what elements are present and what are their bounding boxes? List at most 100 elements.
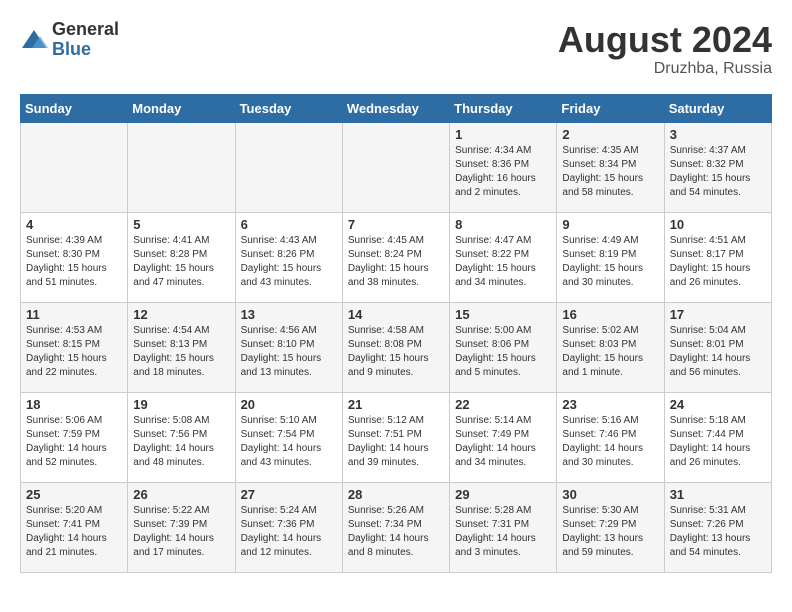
- day-number: 8: [455, 217, 551, 232]
- day-number: 14: [348, 307, 444, 322]
- day-info: Sunrise: 5:14 AM Sunset: 7:49 PM Dayligh…: [455, 414, 551, 470]
- logo-general: General: [52, 20, 119, 40]
- day-info: Sunrise: 4:58 AM Sunset: 8:08 PM Dayligh…: [348, 324, 444, 380]
- day-info: Sunrise: 5:10 AM Sunset: 7:54 PM Dayligh…: [241, 414, 337, 470]
- calendar-cell: 29 Sunrise: 5:28 AM Sunset: 7:31 PM Dayli…: [450, 482, 557, 572]
- calendar-cell: 9Sunrise: 4:49 AM Sunset: 8:19 PM Daylig…: [557, 212, 664, 302]
- calendar-cell: 16 Sunrise: 5:02 AM Sunset: 8:03 PM Dayli…: [557, 302, 664, 392]
- day-info: Sunrise: 5:20 AM Sunset: 7:41 PM Dayligh…: [26, 504, 122, 560]
- calendar-week-row: 11 Sunrise: 4:53 AM Sunset: 8:15 PM Dayli…: [21, 302, 772, 392]
- col-header-monday: Monday: [128, 94, 235, 122]
- col-header-sunday: Sunday: [21, 94, 128, 122]
- page-header: General Blue August 2024 Druzhba, Russia: [20, 20, 772, 78]
- calendar-cell: 17Sunrise: 5:04 AM Sunset: 8:01 PM Dayli…: [664, 302, 771, 392]
- day-info: Sunrise: 5:28 AM Sunset: 7:31 PM Dayligh…: [455, 504, 551, 560]
- logo-text: General Blue: [52, 20, 119, 60]
- calendar-cell: 6 Sunrise: 4:43 AM Sunset: 8:26 PM Daylig…: [235, 212, 342, 302]
- calendar-cell: 10 Sunrise: 4:51 AM Sunset: 8:17 PM Dayli…: [664, 212, 771, 302]
- day-info: Sunrise: 4:54 AM Sunset: 8:13 PM Dayligh…: [133, 324, 229, 380]
- logo-blue: Blue: [52, 40, 119, 60]
- day-info: Sunrise: 4:37 AM Sunset: 8:32 PM Dayligh…: [670, 144, 766, 200]
- calendar-cell: 11 Sunrise: 4:53 AM Sunset: 8:15 PM Dayli…: [21, 302, 128, 392]
- calendar-week-row: 25 Sunrise: 5:20 AM Sunset: 7:41 PM Dayli…: [21, 482, 772, 572]
- calendar-week-row: 1Sunrise: 4:34 AM Sunset: 8:36 PM Daylig…: [21, 122, 772, 212]
- day-number: 1: [455, 127, 551, 142]
- day-number: 19: [133, 397, 229, 412]
- day-info: Sunrise: 5:02 AM Sunset: 8:03 PM Dayligh…: [562, 324, 658, 380]
- day-info: Sunrise: 4:56 AM Sunset: 8:10 PM Dayligh…: [241, 324, 337, 380]
- day-number: 11: [26, 307, 122, 322]
- day-number: 2: [562, 127, 658, 142]
- day-info: Sunrise: 4:41 AM Sunset: 8:28 PM Dayligh…: [133, 234, 229, 290]
- day-info: Sunrise: 4:49 AM Sunset: 8:19 PM Dayligh…: [562, 234, 658, 290]
- day-number: 18: [26, 397, 122, 412]
- calendar-header-row: SundayMondayTuesdayWednesdayThursdayFrid…: [21, 94, 772, 122]
- day-number: 13: [241, 307, 337, 322]
- calendar-cell: [342, 122, 449, 212]
- day-number: 26: [133, 487, 229, 502]
- day-number: 25: [26, 487, 122, 502]
- calendar-cell: 7 Sunrise: 4:45 AM Sunset: 8:24 PM Daylig…: [342, 212, 449, 302]
- calendar-cell: 24 Sunrise: 5:18 AM Sunset: 7:44 PM Dayli…: [664, 392, 771, 482]
- logo: General Blue: [20, 20, 119, 60]
- logo-icon: [20, 26, 48, 54]
- col-header-saturday: Saturday: [664, 94, 771, 122]
- day-number: 6: [241, 217, 337, 232]
- calendar-cell: 26 Sunrise: 5:22 AM Sunset: 7:39 PM Dayli…: [128, 482, 235, 572]
- calendar-cell: 18 Sunrise: 5:06 AM Sunset: 7:59 PM Dayli…: [21, 392, 128, 482]
- calendar-cell: 2 Sunrise: 4:35 AM Sunset: 8:34 PM Daylig…: [557, 122, 664, 212]
- calendar-cell: [128, 122, 235, 212]
- day-info: Sunrise: 5:00 AM Sunset: 8:06 PM Dayligh…: [455, 324, 551, 380]
- calendar-cell: 23 Sunrise: 5:16 AM Sunset: 7:46 PM Dayli…: [557, 392, 664, 482]
- day-info: Sunrise: 4:43 AM Sunset: 8:26 PM Dayligh…: [241, 234, 337, 290]
- calendar-cell: 4Sunrise: 4:39 AM Sunset: 8:30 PM Daylig…: [21, 212, 128, 302]
- calendar-cell: 21Sunrise: 5:12 AM Sunset: 7:51 PM Dayli…: [342, 392, 449, 482]
- day-info: Sunrise: 5:18 AM Sunset: 7:44 PM Dayligh…: [670, 414, 766, 470]
- calendar-week-row: 4Sunrise: 4:39 AM Sunset: 8:30 PM Daylig…: [21, 212, 772, 302]
- day-info: Sunrise: 4:45 AM Sunset: 8:24 PM Dayligh…: [348, 234, 444, 290]
- day-number: 28: [348, 487, 444, 502]
- calendar-cell: 22 Sunrise: 5:14 AM Sunset: 7:49 PM Dayli…: [450, 392, 557, 482]
- day-info: Sunrise: 5:31 AM Sunset: 7:26 PM Dayligh…: [670, 504, 766, 560]
- day-number: 23: [562, 397, 658, 412]
- calendar-cell: 1Sunrise: 4:34 AM Sunset: 8:36 PM Daylig…: [450, 122, 557, 212]
- calendar-cell: [235, 122, 342, 212]
- day-number: 10: [670, 217, 766, 232]
- col-header-thursday: Thursday: [450, 94, 557, 122]
- day-number: 27: [241, 487, 337, 502]
- day-info: Sunrise: 5:30 AM Sunset: 7:29 PM Dayligh…: [562, 504, 658, 560]
- day-number: 15: [455, 307, 551, 322]
- calendar-cell: 12 Sunrise: 4:54 AM Sunset: 8:13 PM Dayli…: [128, 302, 235, 392]
- col-header-friday: Friday: [557, 94, 664, 122]
- day-info: Sunrise: 5:06 AM Sunset: 7:59 PM Dayligh…: [26, 414, 122, 470]
- day-number: 12: [133, 307, 229, 322]
- calendar-cell: 30Sunrise: 5:30 AM Sunset: 7:29 PM Dayli…: [557, 482, 664, 572]
- day-info: Sunrise: 5:24 AM Sunset: 7:36 PM Dayligh…: [241, 504, 337, 560]
- day-number: 24: [670, 397, 766, 412]
- calendar-cell: 8 Sunrise: 4:47 AM Sunset: 8:22 PM Daylig…: [450, 212, 557, 302]
- day-number: 7: [348, 217, 444, 232]
- day-number: 3: [670, 127, 766, 142]
- calendar-cell: 3 Sunrise: 4:37 AM Sunset: 8:32 PM Daylig…: [664, 122, 771, 212]
- title-block: August 2024 Druzhba, Russia: [558, 20, 772, 78]
- day-number: 21: [348, 397, 444, 412]
- calendar-cell: 25 Sunrise: 5:20 AM Sunset: 7:41 PM Dayli…: [21, 482, 128, 572]
- calendar-cell: 27 Sunrise: 5:24 AM Sunset: 7:36 PM Dayli…: [235, 482, 342, 572]
- day-info: Sunrise: 5:04 AM Sunset: 8:01 PM Dayligh…: [670, 324, 766, 380]
- calendar-cell: 19Sunrise: 5:08 AM Sunset: 7:56 PM Dayli…: [128, 392, 235, 482]
- day-info: Sunrise: 4:53 AM Sunset: 8:15 PM Dayligh…: [26, 324, 122, 380]
- day-info: Sunrise: 4:47 AM Sunset: 8:22 PM Dayligh…: [455, 234, 551, 290]
- day-info: Sunrise: 5:16 AM Sunset: 7:46 PM Dayligh…: [562, 414, 658, 470]
- calendar-cell: [21, 122, 128, 212]
- day-number: 31: [670, 487, 766, 502]
- calendar-cell: 14 Sunrise: 4:58 AM Sunset: 8:08 PM Dayli…: [342, 302, 449, 392]
- day-info: Sunrise: 4:51 AM Sunset: 8:17 PM Dayligh…: [670, 234, 766, 290]
- location-title: Druzhba, Russia: [558, 60, 772, 78]
- day-number: 29: [455, 487, 551, 502]
- day-number: 5: [133, 217, 229, 232]
- day-info: Sunrise: 5:22 AM Sunset: 7:39 PM Dayligh…: [133, 504, 229, 560]
- day-number: 16: [562, 307, 658, 322]
- calendar-cell: 20Sunrise: 5:10 AM Sunset: 7:54 PM Dayli…: [235, 392, 342, 482]
- day-info: Sunrise: 4:35 AM Sunset: 8:34 PM Dayligh…: [562, 144, 658, 200]
- day-number: 22: [455, 397, 551, 412]
